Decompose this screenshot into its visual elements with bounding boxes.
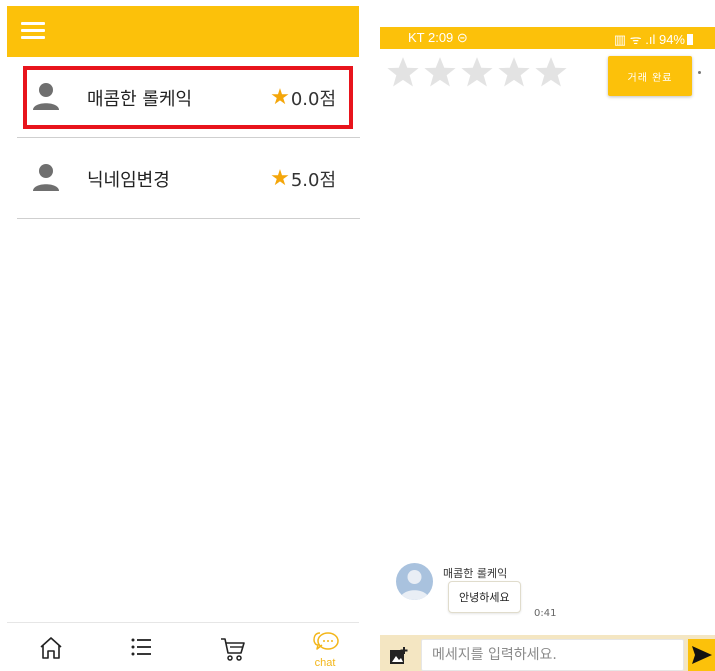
partner-rating: ★ 5.0점: [270, 166, 336, 192]
send-button[interactable]: [688, 639, 715, 671]
rating-stars: [386, 55, 571, 89]
chat-list-item[interactable]: 매콤한 롤케익 ★ 0.0점: [17, 58, 360, 138]
nav-chat-button[interactable]: chat: [295, 623, 355, 671]
star-icon: ★: [270, 85, 290, 110]
star-outline-icon[interactable]: [460, 55, 494, 89]
nav-home-button[interactable]: [22, 623, 82, 671]
battery-icon: [687, 34, 693, 45]
nav-list-button[interactable]: [114, 623, 174, 671]
avatar: [396, 563, 433, 600]
message-input-bar: [380, 635, 715, 671]
more-dot: [698, 71, 701, 74]
person-icon: [33, 83, 59, 110]
bottom-navigation: chat: [7, 622, 359, 671]
add-image-icon[interactable]: [389, 646, 409, 666]
send-icon: [692, 646, 712, 664]
chat-list-screen: 매콤한 롤케익 ★ 0.0점 닉네임변경 ★ 5.0점 chat: [0, 0, 368, 671]
star-icon: ★: [270, 166, 290, 191]
person-icon: [400, 570, 429, 600]
partner-rating: ★ 0.0점: [270, 85, 336, 111]
app-header: [7, 6, 359, 57]
home-icon: [40, 637, 62, 659]
chat-partner-name: 매콤한 롤케익: [87, 89, 193, 110]
list-icon: [131, 638, 151, 656]
rating-value: 5.0점: [290, 170, 336, 191]
message-input[interactable]: [421, 639, 684, 671]
message-time: 0:41: [534, 608, 557, 619]
status-icons: ▥ ᯤ .ıl 94%: [614, 30, 693, 48]
message-sender: 매콤한 롤케익: [443, 567, 508, 580]
chat-list-item[interactable]: 닉네임변경 ★ 5.0점: [17, 139, 360, 219]
chat-bubble-icon: [313, 632, 339, 650]
nav-cart-button[interactable]: [204, 623, 264, 671]
star-outline-icon[interactable]: [423, 55, 457, 89]
star-outline-icon[interactable]: [534, 55, 568, 89]
message-bubble: 안녕하세요: [448, 581, 521, 613]
person-icon: [33, 164, 59, 191]
star-outline-icon[interactable]: [497, 55, 531, 89]
carrier-time: KT 2:09 ⊝: [408, 30, 468, 45]
nav-chat-label: chat: [314, 657, 336, 669]
cart-icon: [221, 638, 245, 661]
chat-room-screen: KT 2:09 ⊝ ▥ ᯤ .ıl 94% 거래 완료 매콤한 롤케익 안녕하세…: [380, 0, 715, 671]
star-outline-icon[interactable]: [386, 55, 420, 89]
rating-value: 0.0점: [290, 89, 336, 110]
complete-trade-button[interactable]: 거래 완료: [608, 56, 692, 96]
menu-icon[interactable]: [21, 22, 45, 40]
status-bar: KT 2:09 ⊝ ▥ ᯤ .ıl 94%: [380, 27, 715, 49]
chat-partner-name: 닉네임변경: [87, 170, 170, 191]
